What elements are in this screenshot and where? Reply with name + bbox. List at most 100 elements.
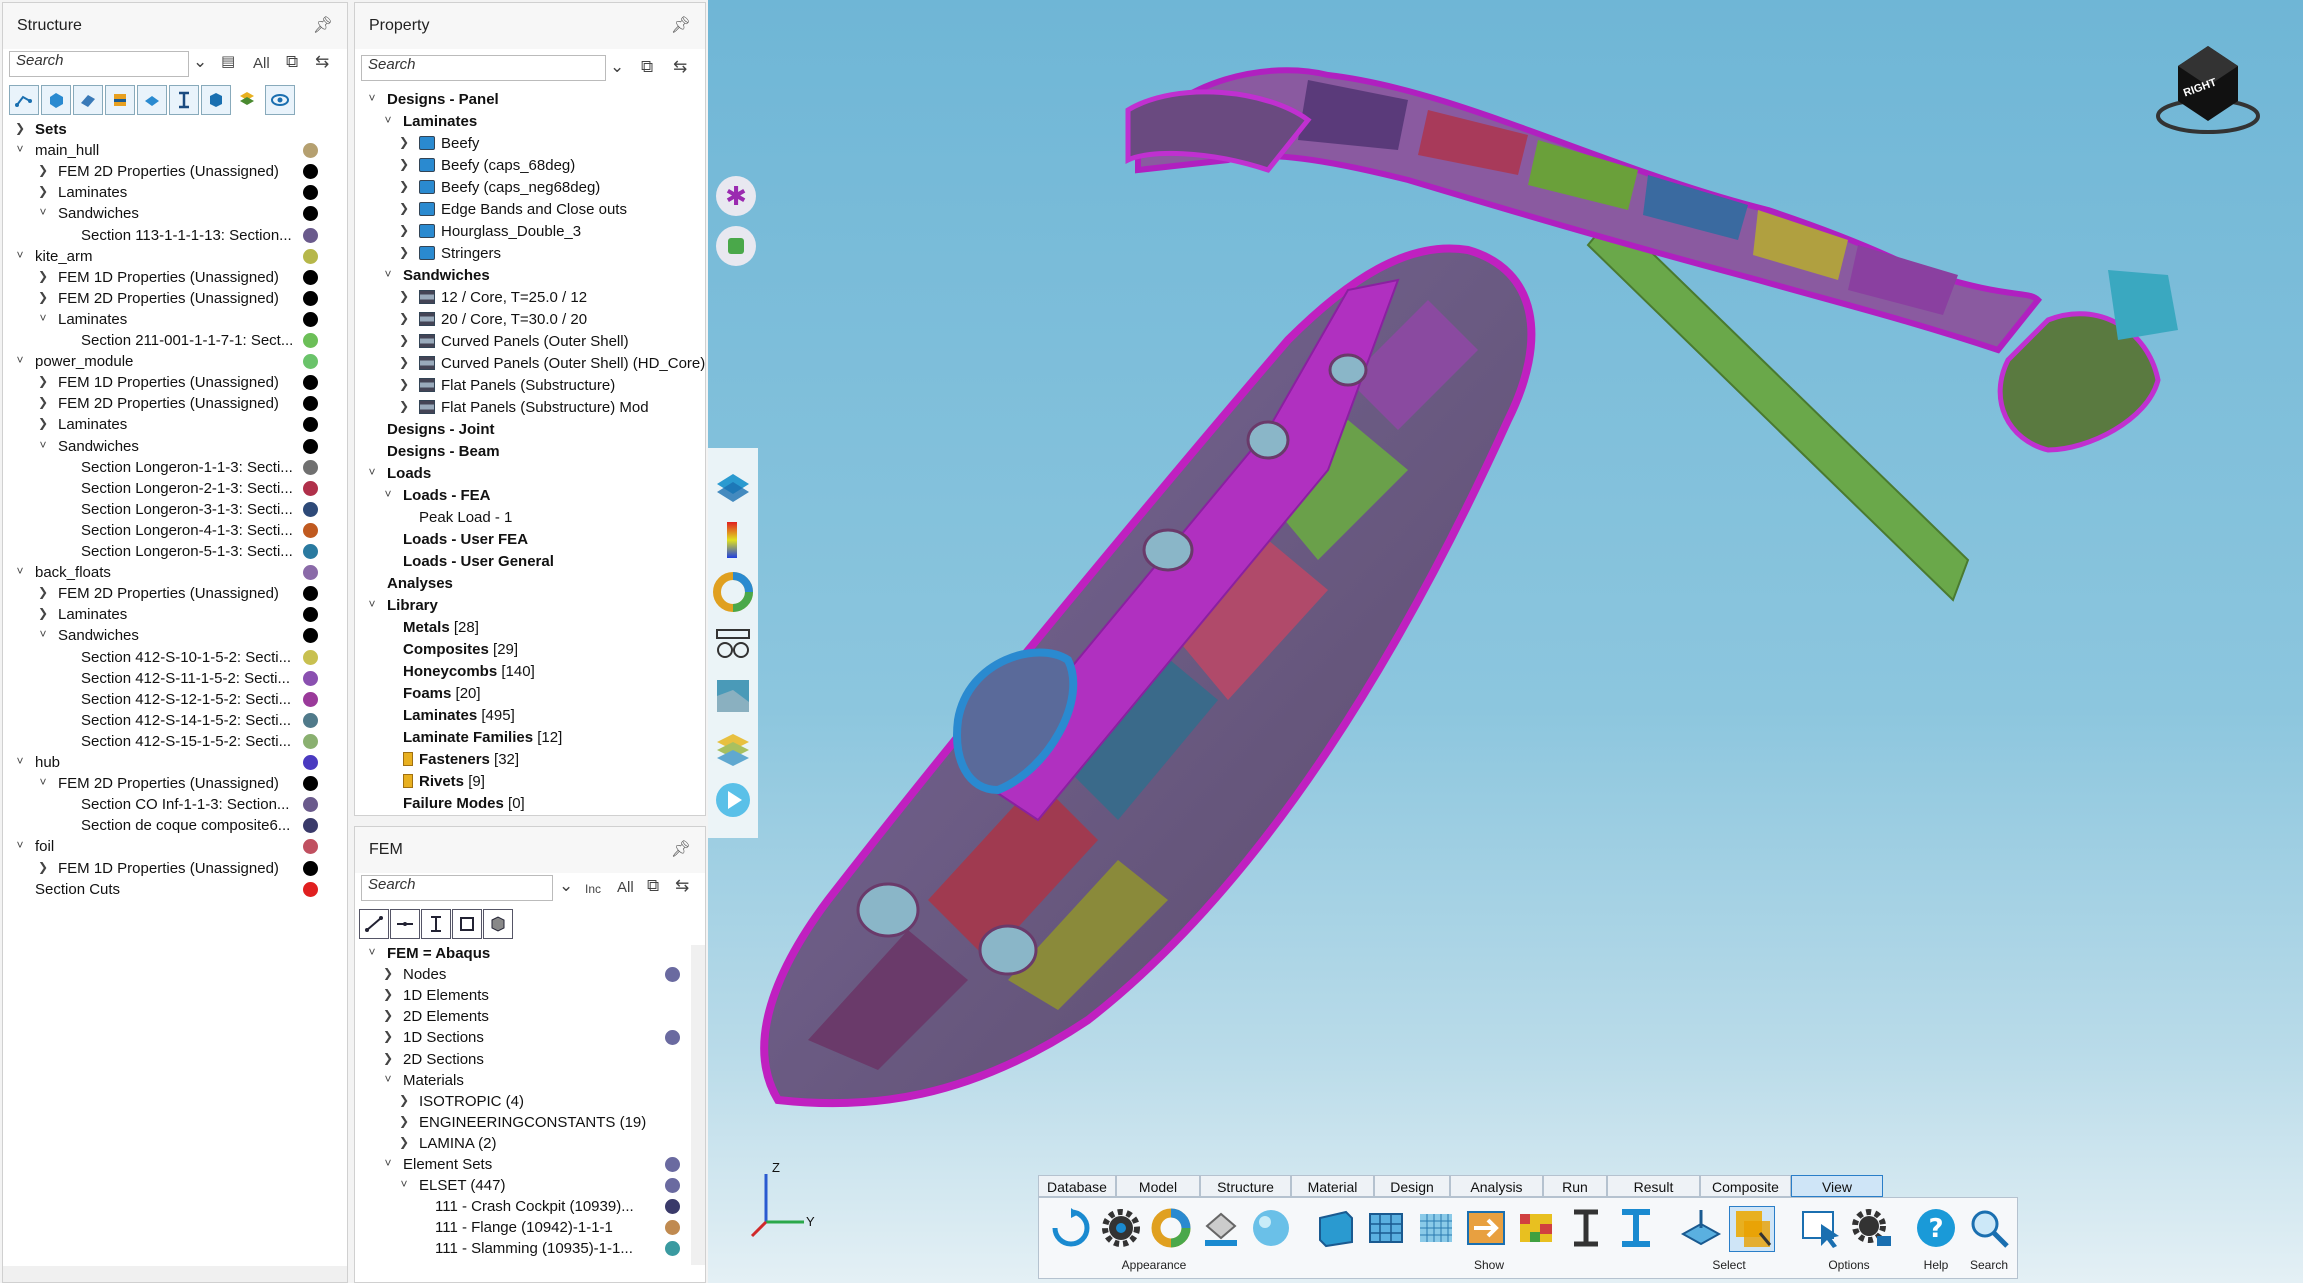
fem-tree-item[interactable]: ELSET (447) — [419, 1175, 505, 1196]
collapsed-chevron-icon[interactable]: ❯ — [36, 860, 50, 874]
structure-tree-item[interactable]: Section Longeron-4-1-3: Secti... — [81, 520, 293, 541]
color-swatch[interactable] — [303, 522, 318, 538]
ribbon-tab-run[interactable]: Run — [1543, 1175, 1607, 1197]
select-plane-icon[interactable] — [1679, 1206, 1723, 1250]
collapsed-chevron-icon[interactable]: ❯ — [397, 223, 411, 237]
collapsed-chevron-icon[interactable]: ❯ — [36, 395, 50, 409]
ribbon-tab-composite[interactable]: Composite — [1700, 1175, 1791, 1197]
property-tree-item[interactable]: Flat Panels (Substructure) — [419, 375, 615, 396]
property-tree-item[interactable]: 20 / Core, T=30.0 / 20 — [419, 309, 587, 330]
property-tree-item[interactable]: Peak Load - 1 — [419, 507, 512, 528]
layers-icon[interactable] — [713, 468, 753, 508]
swap-icon[interactable]: ⇆ — [675, 876, 689, 896]
color-swatch[interactable] — [303, 881, 318, 897]
color-swatch[interactable] — [303, 206, 318, 222]
collapsed-chevron-icon[interactable]: ❯ — [397, 1093, 411, 1107]
tool-node-icon[interactable] — [9, 85, 39, 115]
collapsed-chevron-icon[interactable]: ❯ — [397, 355, 411, 369]
ribbon-tab-design[interactable]: Design — [1374, 1175, 1450, 1197]
structure-tree-item[interactable]: Section 211-001-1-1-7-1: Sect... — [81, 330, 293, 351]
fem-tool-edge-icon[interactable] — [390, 909, 420, 939]
expanded-chevron-icon[interactable]: ˅ — [13, 248, 27, 262]
search-icon[interactable] — [1967, 1206, 2011, 1250]
select-box-icon[interactable] — [1729, 1206, 1775, 1252]
property-tree-item[interactable]: Curved Panels (Outer Shell) (HD_Core) — [419, 353, 705, 374]
fem-tree-item[interactable]: LAMINA (2) — [419, 1133, 497, 1154]
collapsed-chevron-icon[interactable]: ❯ — [397, 289, 411, 303]
ribbon-tab-database[interactable]: Database — [1038, 1175, 1116, 1197]
structure-tree-item[interactable]: FEM 1D Properties (Unassigned) — [58, 858, 279, 879]
refresh-icon[interactable] — [1049, 1206, 1093, 1250]
chevron-down-icon[interactable]: ⌄ — [193, 52, 207, 72]
color-swatch[interactable] — [303, 733, 318, 749]
collapsed-chevron-icon[interactable]: ❯ — [397, 135, 411, 149]
expanded-chevron-icon[interactable]: ˅ — [365, 597, 379, 611]
expanded-chevron-icon[interactable]: ˅ — [381, 267, 395, 281]
collapsed-chevron-icon[interactable]: ❯ — [397, 333, 411, 347]
color-swatch[interactable] — [665, 967, 680, 983]
collapsed-chevron-icon[interactable]: ❯ — [381, 987, 395, 1001]
color-swatch[interactable] — [303, 417, 318, 433]
structure-tree-item[interactable]: FEM 2D Properties (Unassigned) — [58, 393, 279, 414]
color-swatch[interactable] — [303, 797, 318, 813]
color-scale-icon[interactable] — [713, 520, 753, 560]
color-swatch[interactable] — [665, 1199, 680, 1215]
structure-tree-item[interactable]: FEM 2D Properties (Unassigned) — [58, 583, 279, 604]
property-tree-item[interactable]: Designs - Joint — [387, 419, 495, 440]
expanded-chevron-icon[interactable]: ˅ — [13, 754, 27, 768]
ribbon-tab-model[interactable]: Model — [1116, 1175, 1200, 1197]
view-cube[interactable]: RIGHT — [2153, 36, 2263, 136]
structure-tree-item[interactable]: Section Longeron-5-1-3: Secti... — [81, 541, 293, 562]
color-swatch[interactable] — [303, 860, 318, 876]
fem-tree-item[interactable]: 111 - Flange (10942)-1-1-1 — [435, 1217, 613, 1238]
arrow-view-icon[interactable] — [1464, 1206, 1508, 1250]
ribbon-tab-material[interactable]: Material — [1291, 1175, 1374, 1197]
property-tree-item[interactable]: Foams [20] — [403, 683, 481, 704]
collapsed-chevron-icon[interactable]: ❯ — [397, 399, 411, 413]
property-tree-item[interactable]: Loads - User FEA — [403, 529, 528, 550]
property-tree-item[interactable]: Loads - User General — [403, 551, 554, 572]
expanded-chevron-icon[interactable]: ˅ — [13, 564, 27, 578]
color-swatch[interactable] — [303, 501, 318, 517]
structure-tree-item[interactable]: Laminates — [58, 604, 127, 625]
structure-tree-item[interactable]: back_floats — [35, 562, 111, 583]
fem-tree-item[interactable]: ENGINEERINGCONSTANTS (19) — [419, 1112, 646, 1133]
tool-plate-icon[interactable] — [137, 85, 167, 115]
structure-tree-item[interactable]: Section 412-S-15-1-5-2: Secti... — [81, 731, 291, 752]
structure-tree-item[interactable]: Section Longeron-3-1-3: Secti... — [81, 499, 293, 520]
structure-tree-item[interactable]: Section Longeron-2-1-3: Secti... — [81, 478, 293, 499]
color-wheel-icon[interactable] — [1149, 1206, 1193, 1250]
ribbon-tab-structure[interactable]: Structure — [1200, 1175, 1291, 1197]
expanded-chevron-icon[interactable]: ˅ — [13, 838, 27, 852]
collapsed-chevron-icon[interactable]: ❯ — [397, 179, 411, 193]
color-swatch[interactable] — [303, 290, 318, 306]
property-tree-item[interactable]: Library — [387, 595, 438, 616]
color-swatch[interactable] — [303, 164, 318, 180]
color-swatch[interactable] — [303, 712, 318, 728]
color-swatch[interactable] — [665, 1178, 680, 1194]
structure-tree-item[interactable]: Sandwiches — [58, 203, 139, 224]
beam-view-icon[interactable] — [1564, 1206, 1608, 1250]
collapsed-chevron-icon[interactable]: ❯ — [397, 157, 411, 171]
box-view-icon[interactable] — [1314, 1206, 1358, 1250]
color-swatch[interactable] — [303, 586, 318, 602]
collapsed-chevron-icon[interactable]: ❯ — [36, 269, 50, 283]
expanded-chevron-icon[interactable]: ˅ — [381, 113, 395, 127]
glasses-icon[interactable] — [713, 624, 753, 664]
color-swatch[interactable] — [303, 649, 318, 665]
pin-icon[interactable]: 📌︎ — [671, 827, 691, 873]
settings-gear-icon[interactable] — [1099, 1206, 1143, 1250]
structure-tree-item[interactable]: Section Cuts — [35, 879, 120, 900]
collapsed-chevron-icon[interactable]: ❯ — [36, 585, 50, 599]
property-tree-item[interactable]: Designs - Beam — [387, 441, 500, 462]
tool-beam-icon[interactable] — [169, 85, 199, 115]
collapsed-chevron-icon[interactable]: ❯ — [36, 374, 50, 388]
collapsed-chevron-icon[interactable]: ❯ — [381, 1029, 395, 1043]
fem-search-input[interactable]: Search — [361, 875, 553, 901]
structure-tree-item[interactable]: Laminates — [58, 309, 127, 330]
pin-icon[interactable]: 📌︎ — [313, 3, 333, 49]
ribbon-tab-view[interactable]: View — [1791, 1175, 1883, 1197]
structure-tree-item[interactable]: Section 113-1-1-1-13: Section... — [81, 225, 292, 246]
color-swatch[interactable] — [303, 755, 318, 770]
structure-tree-item[interactable]: Section Longeron-1-1-3: Secti... — [81, 457, 293, 478]
